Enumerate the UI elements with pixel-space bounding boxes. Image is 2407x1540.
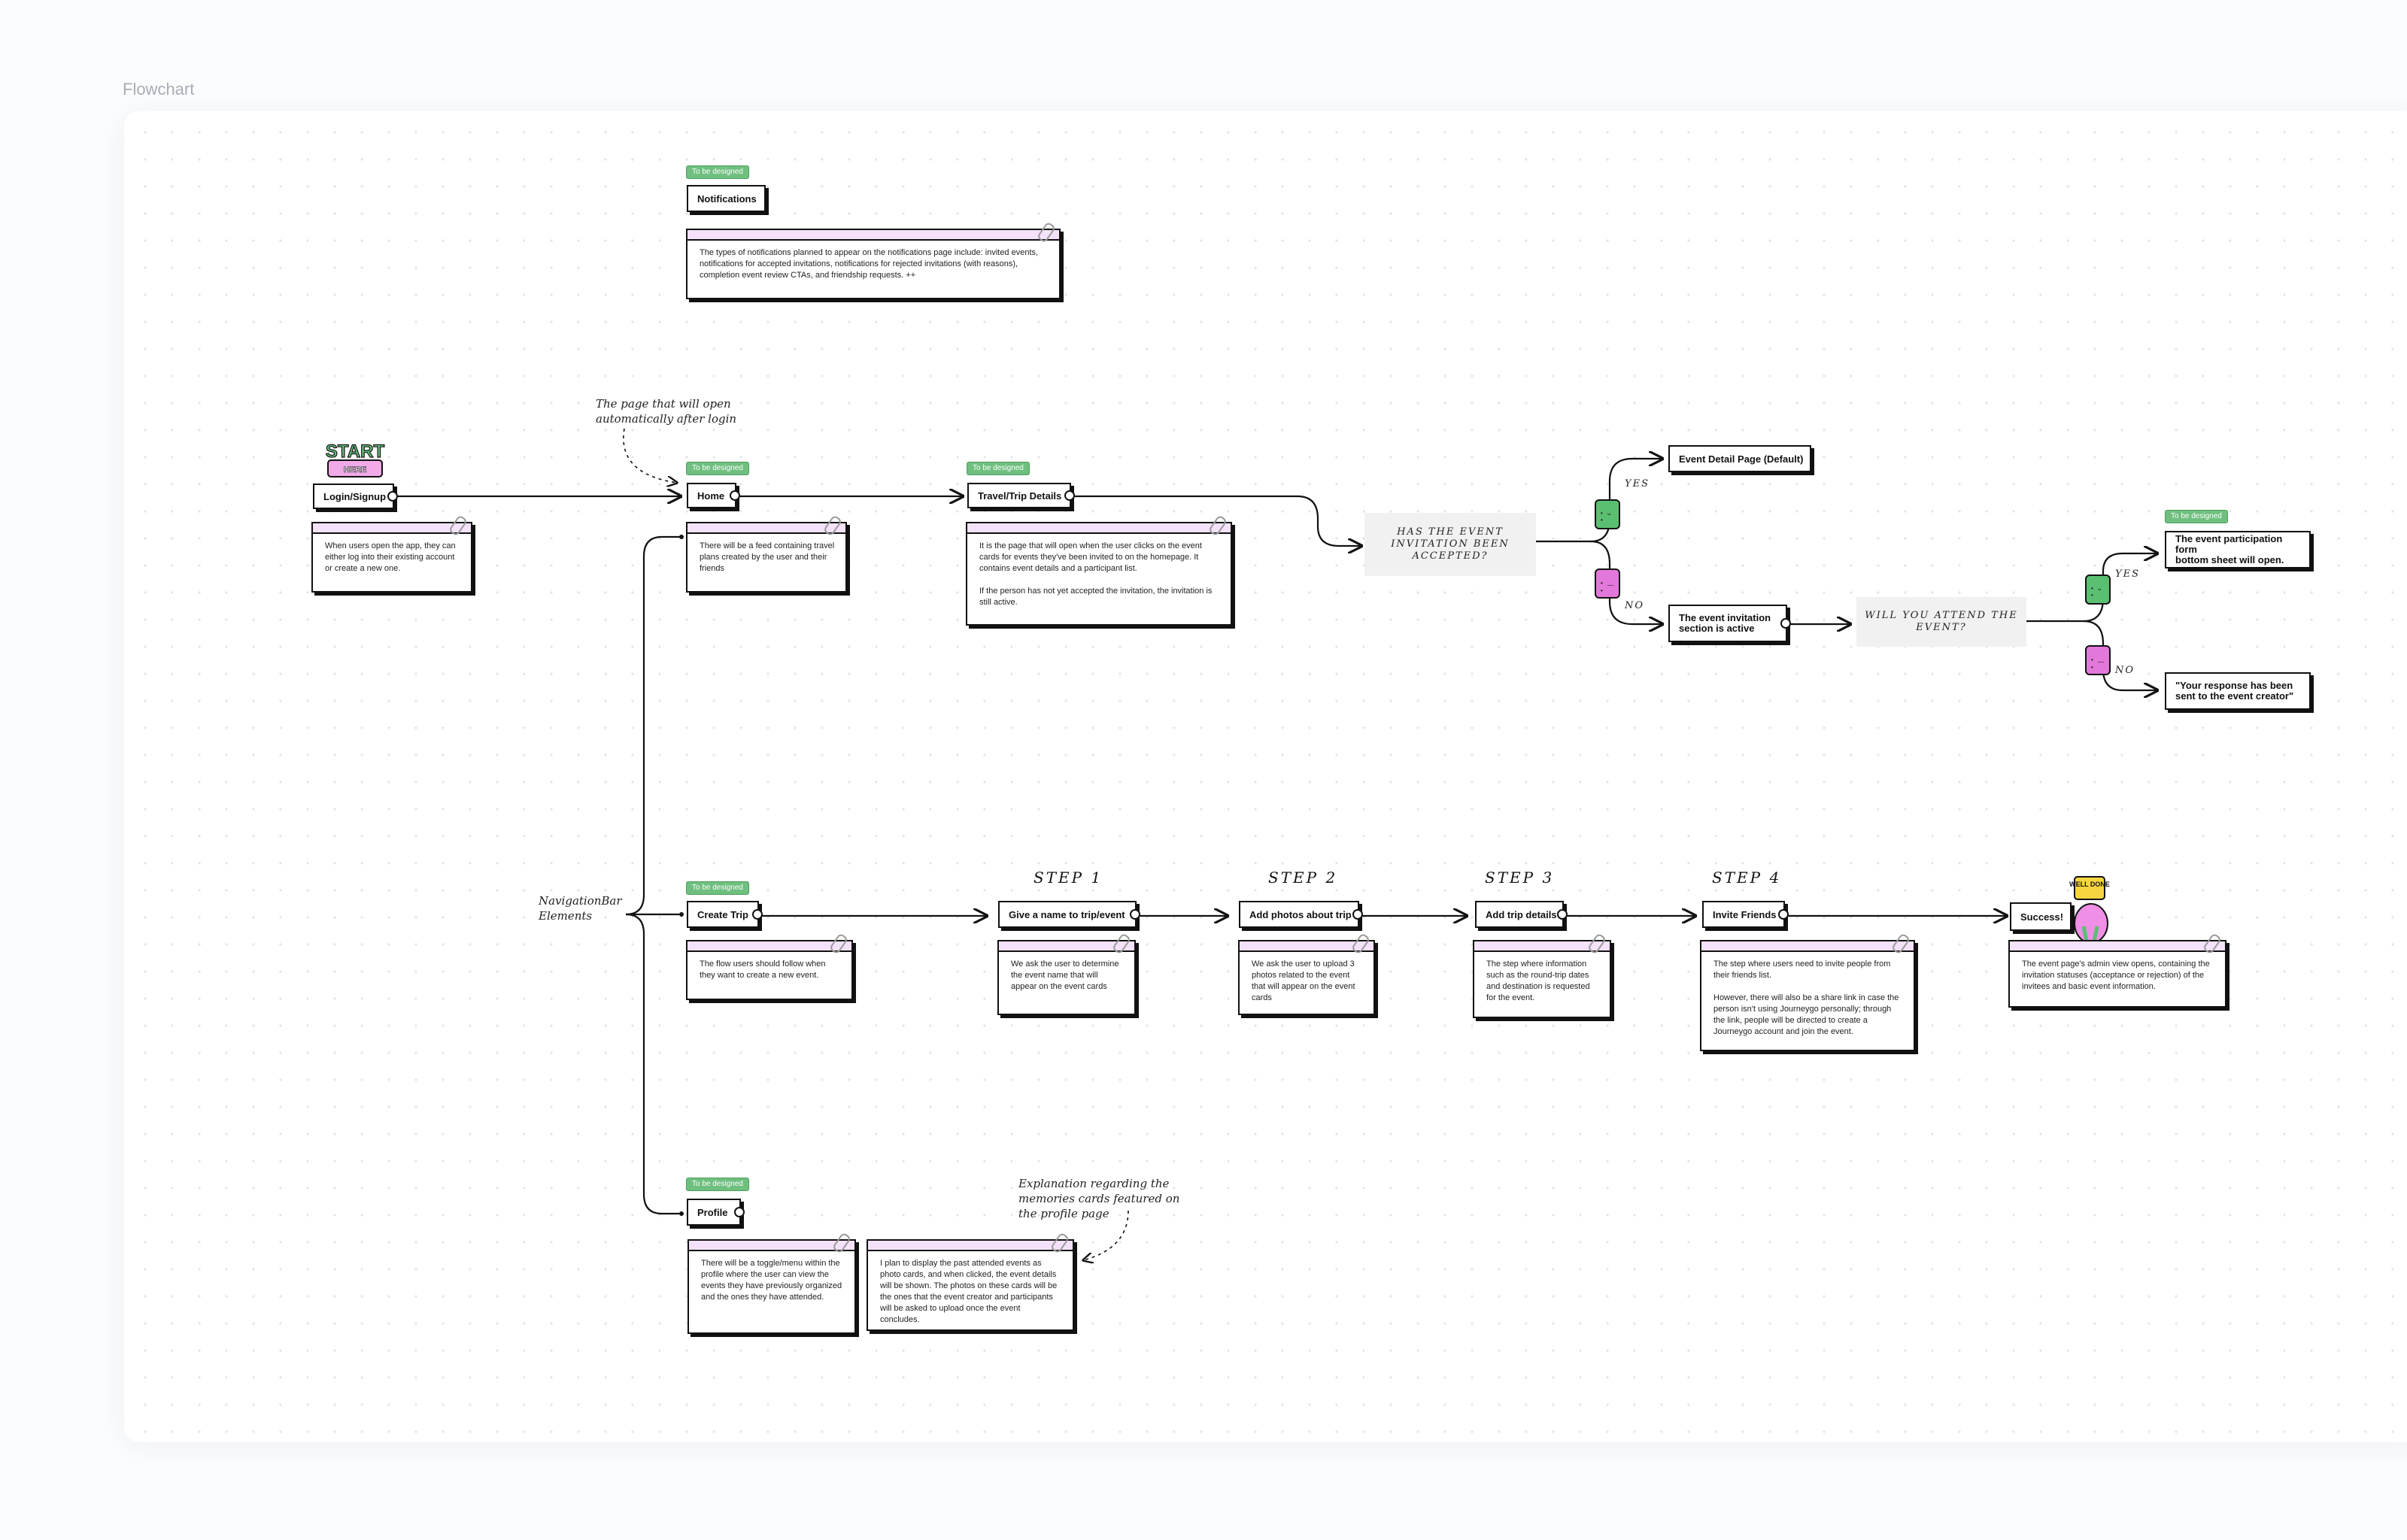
node-invite-friends[interactable]: Invite Friends: [1702, 901, 1789, 928]
node-notifications[interactable]: Notifications: [687, 185, 766, 212]
node-label: The event participation form bottom shee…: [2175, 533, 2284, 565]
status-badge: To be designed: [967, 462, 1030, 475]
note-card-create-trip: The flow users should follow when they w…: [686, 932, 853, 1000]
node-label: Give a name to trip/event: [1009, 908, 1125, 920]
note-card-add-details: The step where information such as the r…: [1473, 932, 1611, 1018]
node-label: Login/Signup: [323, 490, 387, 502]
start-here-sticker: START HERE: [319, 439, 391, 484]
note-card-success: The event page's admin view opens, conta…: [2008, 932, 2226, 1008]
node-label: Add photos about trip: [1249, 908, 1352, 920]
node-label: Event Detail Page (Default): [1679, 453, 1804, 465]
answer-yes-label: YES: [1625, 478, 1650, 490]
sticker-well-done-text: WELL DONE: [2069, 881, 2110, 888]
step-2-label: STEP 2: [1268, 869, 1338, 887]
junction-dot: [679, 535, 684, 539]
node-label: Create Trip: [697, 908, 748, 920]
step-1-label: STEP 1: [1034, 869, 1103, 887]
node-login-signup[interactable]: Login/Signup: [313, 484, 398, 509]
sticker-start-text: START: [326, 441, 385, 462]
answer-no-label: NO: [2115, 665, 2135, 676]
step-4-label: STEP 4: [1712, 869, 1782, 887]
note-card-profile: There will be a toggle/menu within the p…: [687, 1232, 856, 1334]
status-badge: To be designed: [686, 881, 749, 895]
yes-flag-icon: • ᴗ •: [1595, 499, 1620, 529]
junction-dot: [679, 912, 684, 917]
answer-yes-label: YES: [2115, 568, 2140, 580]
node-label: Profile: [697, 1206, 728, 1218]
junction-dot: [679, 1211, 684, 1216]
no-flag-icon: • ﹏ •: [2085, 645, 2111, 675]
node-add-trip-details[interactable]: Add trip details: [1475, 901, 1568, 928]
node-participation-form[interactable]: The event participation form bottom shee…: [2165, 531, 2311, 568]
note-card-travel: It is the page that will open when the u…: [966, 514, 1232, 626]
note-card-home: There will be a feed containing travel p…: [686, 514, 847, 593]
no-flag-icon: • ﹏ •: [1595, 568, 1620, 599]
node-label: Success!: [2020, 911, 2064, 923]
status-badge: To be designed: [686, 462, 749, 475]
edge-nav-home: [625, 535, 683, 916]
node-label: Invite Friends: [1713, 908, 1777, 920]
node-profile[interactable]: Profile: [687, 1199, 745, 1226]
note-card-memories: I plan to display the past attended even…: [867, 1232, 1074, 1331]
node-label: The event invitation section is active: [1679, 612, 1771, 634]
node-event-detail-default[interactable]: Event Detail Page (Default): [1668, 445, 1811, 472]
edge-nav-profile: [625, 913, 683, 1215]
status-badge: To be designed: [2165, 510, 2228, 523]
node-create-trip[interactable]: Create Trip: [687, 901, 763, 928]
status-badge: To be designed: [686, 1178, 749, 1191]
decision-invitation-accepted[interactable]: HAS THE EVENT INVITATION BEEN ACCEPTED?: [1364, 513, 1536, 576]
well-done-sticker: WELL DONE: [2064, 874, 2117, 949]
note-card-login: When users open the app, they can either…: [311, 514, 472, 593]
node-label: Travel/Trip Details: [978, 490, 1062, 502]
node-add-photos[interactable]: Add photos about trip: [1239, 901, 1363, 928]
node-label: Home: [697, 490, 725, 502]
step-3-label: STEP 3: [1485, 869, 1555, 887]
annotation-home-note: The page that will open automatically af…: [596, 397, 737, 426]
node-give-name[interactable]: Give a name to trip/event: [998, 901, 1140, 928]
yes-flag-icon: • ᴗ •: [2085, 574, 2111, 605]
note-card-name-trip: We ask the user to determine the event n…: [997, 932, 1136, 1015]
annotation-memories-note: Explanation regarding the memories cards…: [1018, 1177, 1180, 1220]
decision-will-you-attend[interactable]: WILL YOU ATTEND THE EVENT?: [1856, 597, 2026, 647]
note-arrow-home: [623, 428, 677, 483]
node-response-sent[interactable]: "Your response has been sent to the even…: [2165, 672, 2311, 710]
node-home[interactable]: Home: [687, 483, 740, 508]
sticker-here-text: HERE: [344, 465, 367, 474]
answer-no-label: NO: [1625, 600, 1645, 611]
annotation-navbar-elements: NavigationBar Elements: [539, 894, 622, 923]
node-label: Add trip details: [1486, 908, 1557, 920]
node-success[interactable]: Success!: [2010, 902, 2072, 931]
node-travel-trip-details[interactable]: Travel/Trip Details: [967, 483, 1075, 508]
note-card-invite: The step where users need to invite peop…: [1700, 932, 1915, 1051]
status-badge: To be designed: [686, 165, 749, 179]
node-invitation-active[interactable]: The event invitation section is active: [1668, 605, 1791, 642]
connector-lines: [395, 428, 2407, 1540]
note-card-notifications: The types of notifications planned to ap…: [686, 221, 1061, 299]
note-card-add-photos: We ask the user to upload 3 photos relat…: [1238, 932, 1375, 1015]
node-label: "Your response has been sent to the even…: [2175, 680, 2294, 702]
node-label: Notifications: [697, 192, 757, 205]
